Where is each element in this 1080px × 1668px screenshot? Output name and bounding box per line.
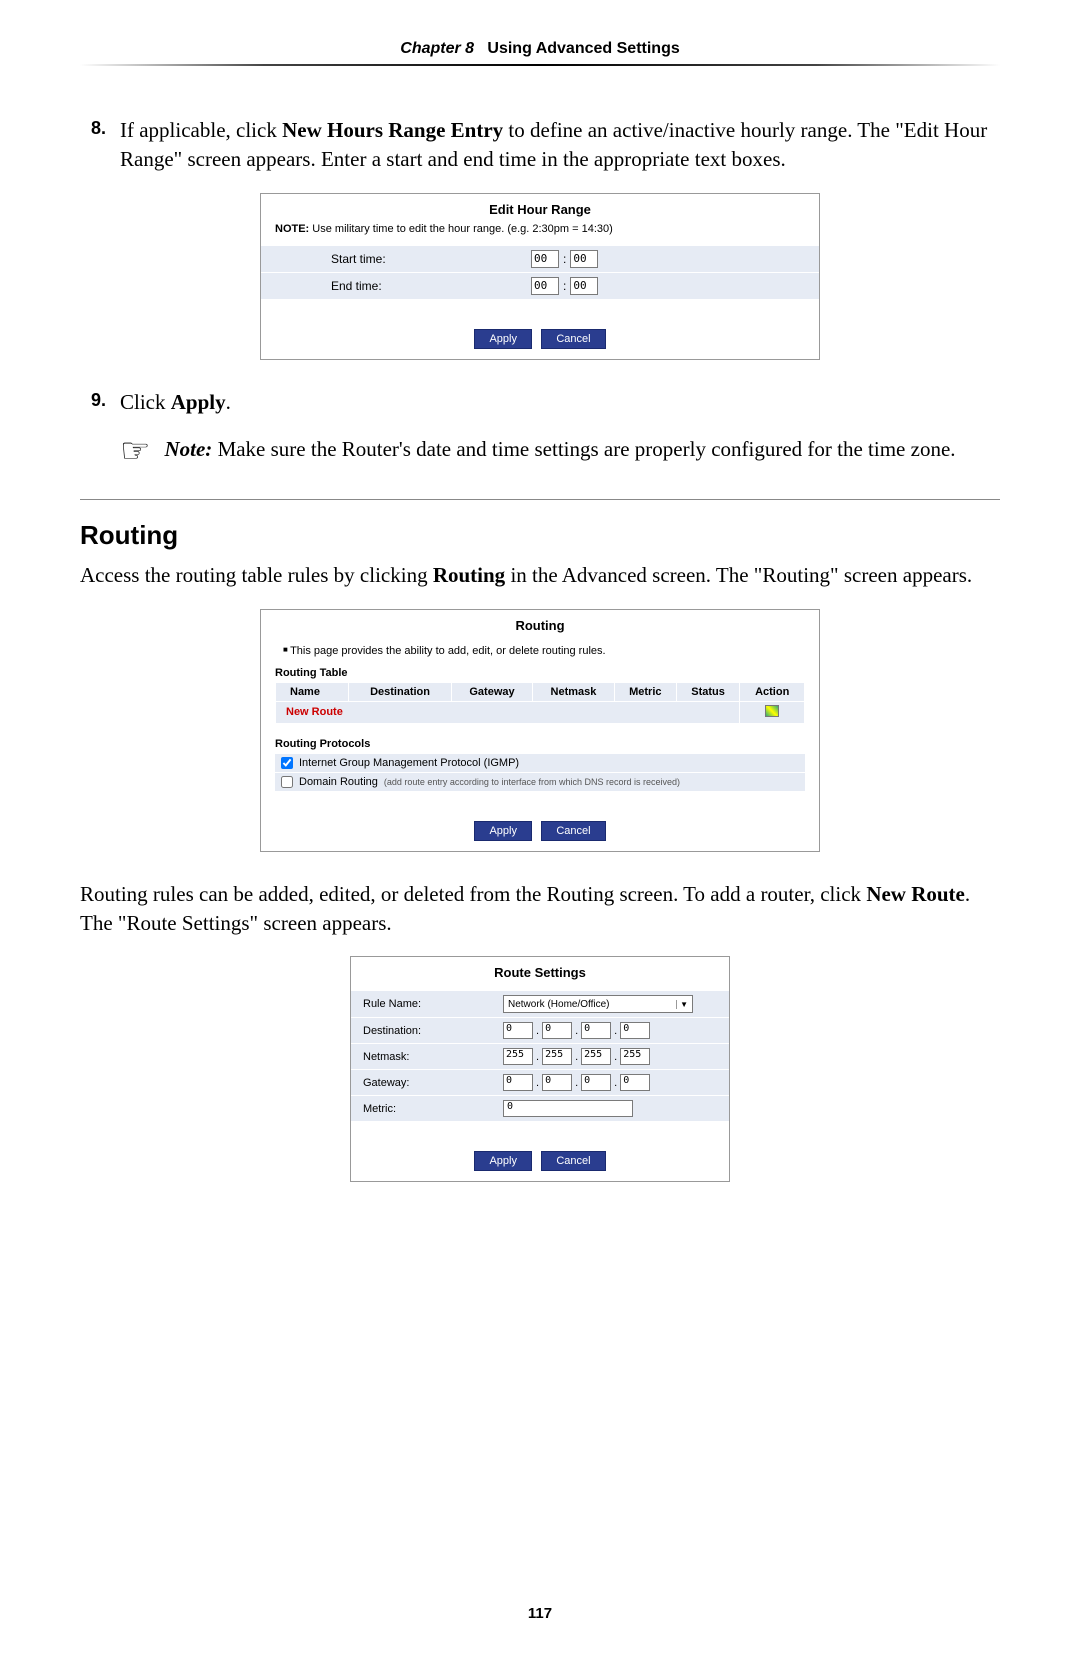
edit-hour-range-figure: Edit Hour Range NOTE: Use military time … <box>260 193 820 360</box>
nm-octet-3[interactable]: 255 <box>581 1048 611 1065</box>
start-hour-input[interactable]: 00 <box>531 250 559 268</box>
metric-input[interactable]: 0 <box>503 1100 633 1117</box>
pointing-hand-icon: ☞ <box>120 435 164 469</box>
col-action: Action <box>740 682 805 701</box>
routing-table-header-row: Name Destination Gateway Netmask Metric … <box>276 682 805 701</box>
start-time-label: Start time: <box>331 252 531 266</box>
chapter-header: Chapter 8 Using Advanced Settings <box>80 40 1000 76</box>
edit-hour-title: Edit Hour Range <box>261 194 819 219</box>
step-8: 8. If applicable, click New Hours Range … <box>80 116 1000 175</box>
col-metric: Metric <box>614 682 676 701</box>
end-min-input[interactable]: 00 <box>570 277 598 295</box>
rule-name-row: Rule Name: Network (Home/Office) ▼ <box>351 990 729 1017</box>
routing-intro: Access the routing table rules by clicki… <box>80 561 1000 590</box>
col-name: Name <box>276 682 349 701</box>
header-rule <box>80 64 1000 66</box>
apply-button[interactable]: Apply <box>474 329 532 349</box>
start-time-row: Start time: 00 : 00 <box>261 245 819 272</box>
rule-name-label: Rule Name: <box>363 998 503 1010</box>
apply-button[interactable]: Apply <box>474 821 532 841</box>
metric-label: Metric: <box>363 1103 503 1115</box>
section-divider <box>80 499 1000 500</box>
routing-fig-desc: This page provides the ability to add, e… <box>261 635 819 661</box>
routing-table: Name Destination Gateway Netmask Metric … <box>275 682 805 724</box>
new-route-link[interactable]: New Route <box>280 706 343 718</box>
route-settings-figure: Route Settings Rule Name: Network (Home/… <box>350 956 730 1182</box>
col-netmask: Netmask <box>533 682 615 701</box>
step-8-text: If applicable, click New Hours Range Ent… <box>120 116 1000 175</box>
end-time-label: End time: <box>331 279 531 293</box>
add-route-icon[interactable] <box>765 705 779 717</box>
destination-label: Destination: <box>363 1025 503 1037</box>
chapter-title: Using Advanced Settings <box>487 40 679 57</box>
chapter-number: Chapter 8 <box>400 40 474 57</box>
routing-protocols-heading: Routing Protocols <box>261 724 819 753</box>
cancel-button[interactable]: Cancel <box>541 329 605 349</box>
igmp-row: Internet Group Management Protocol (IGMP… <box>275 753 805 772</box>
end-hour-input[interactable]: 00 <box>531 277 559 295</box>
gw-octet-1[interactable]: 0 <box>503 1074 533 1091</box>
routing-after-text: Routing rules can be added, edited, or d… <box>80 880 1000 939</box>
dest-octet-1[interactable]: 0 <box>503 1022 533 1039</box>
rule-name-select[interactable]: Network (Home/Office) ▼ <box>503 995 693 1013</box>
apply-button[interactable]: Apply <box>474 1151 532 1171</box>
new-route-row: New Route <box>276 701 805 723</box>
start-min-input[interactable]: 00 <box>570 250 598 268</box>
domain-routing-row: Domain Routing (add route entry accordin… <box>275 772 805 791</box>
gw-octet-3[interactable]: 0 <box>581 1074 611 1091</box>
gw-octet-2[interactable]: 0 <box>542 1074 572 1091</box>
domain-routing-label: Domain Routing <box>299 776 378 788</box>
chevron-down-icon: ▼ <box>676 1000 688 1009</box>
igmp-label: Internet Group Management Protocol (IGMP… <box>299 757 519 769</box>
routing-figure: Routing This page provides the ability t… <box>260 609 820 852</box>
step-8-number: 8. <box>80 116 120 175</box>
destination-row: Destination: 0. 0. 0. 0 <box>351 1017 729 1043</box>
step-9-number: 9. <box>80 388 120 417</box>
netmask-row: Netmask: 255. 255. 255. 255 <box>351 1043 729 1069</box>
gw-octet-4[interactable]: 0 <box>620 1074 650 1091</box>
page-number: 117 <box>0 1605 1080 1622</box>
cancel-button[interactable]: Cancel <box>541 1151 605 1171</box>
edit-hour-note: NOTE: Use military time to edit the hour… <box>261 219 819 245</box>
gateway-row: Gateway: 0. 0. 0. 0 <box>351 1069 729 1095</box>
netmask-label: Netmask: <box>363 1051 503 1063</box>
col-status: Status <box>676 682 740 701</box>
end-time-row: End time: 00 : 00 <box>261 272 819 299</box>
domain-routing-checkbox[interactable] <box>281 776 293 788</box>
nm-octet-4[interactable]: 255 <box>620 1048 650 1065</box>
dest-octet-3[interactable]: 0 <box>581 1022 611 1039</box>
note-block: ☞ Note: Make sure the Router's date and … <box>120 435 1000 469</box>
col-destination: Destination <box>349 682 452 701</box>
routing-table-heading: Routing Table <box>261 661 819 682</box>
metric-row: Metric: 0 <box>351 1095 729 1121</box>
dest-octet-2[interactable]: 0 <box>542 1022 572 1039</box>
nm-octet-2[interactable]: 255 <box>542 1048 572 1065</box>
routing-heading: Routing <box>80 520 1000 551</box>
step-9: 9. Click Apply. <box>80 388 1000 417</box>
step-9-text: Click Apply. <box>120 388 1000 417</box>
domain-routing-sub: (add route entry according to interface … <box>384 777 680 787</box>
igmp-checkbox[interactable] <box>281 757 293 769</box>
route-settings-title: Route Settings <box>351 957 729 982</box>
dest-octet-4[interactable]: 0 <box>620 1022 650 1039</box>
nm-octet-1[interactable]: 255 <box>503 1048 533 1065</box>
gateway-label: Gateway: <box>363 1077 503 1089</box>
col-gateway: Gateway <box>452 682 533 701</box>
routing-fig-title: Routing <box>261 610 819 635</box>
cancel-button[interactable]: Cancel <box>541 821 605 841</box>
